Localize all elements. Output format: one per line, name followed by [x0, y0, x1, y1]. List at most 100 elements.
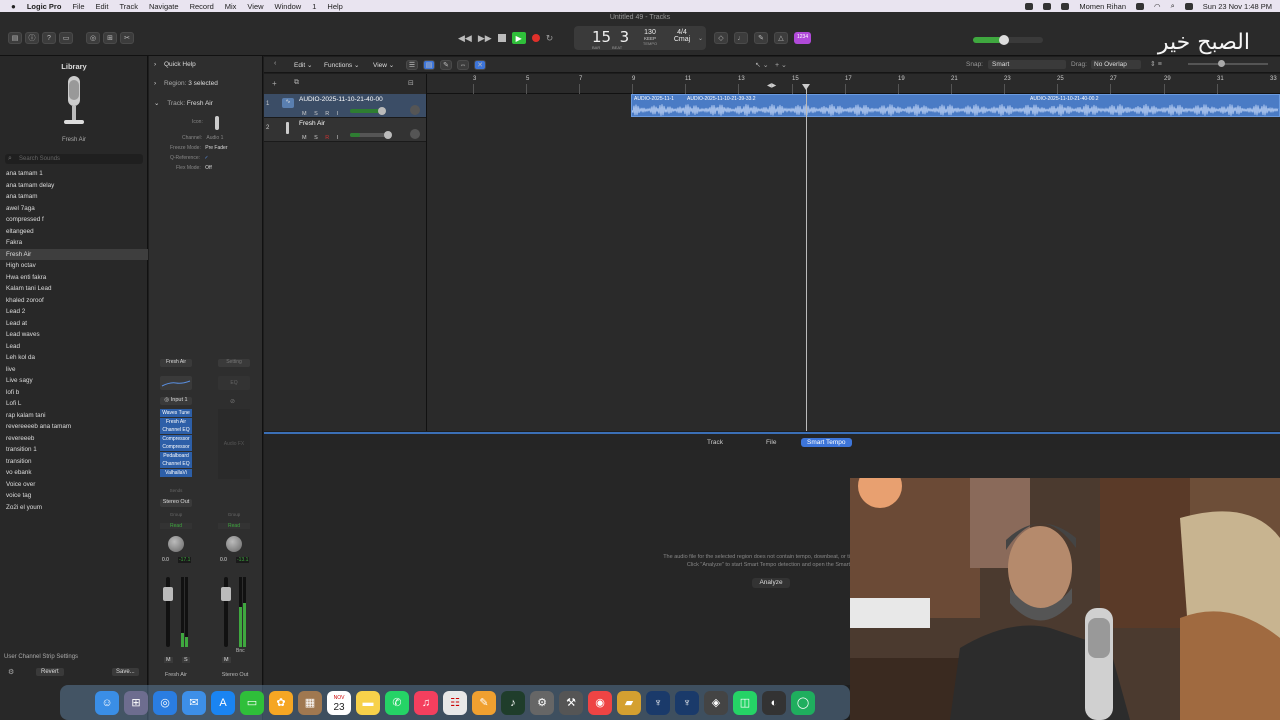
master-volume-slider[interactable]: [973, 35, 1043, 45]
battery-icon[interactable]: [1136, 2, 1145, 10]
notes-icon[interactable]: ▦: [298, 690, 322, 715]
folder-icon[interactable]: ▰: [617, 690, 641, 715]
strip1-sends[interactable]: Sends: [160, 488, 192, 493]
mute-button[interactable]: M: [302, 135, 307, 141]
audio-app-icon[interactable]: ♆: [675, 690, 699, 715]
duplicate-track-icon[interactable]: ⧉: [294, 79, 299, 87]
library-item[interactable]: Zo2i el youm: [0, 502, 148, 514]
play-button[interactable]: ▶: [511, 32, 526, 44]
strip1-automation[interactable]: Read: [160, 523, 192, 529]
library-item[interactable]: transition 1: [0, 444, 148, 456]
menu-help[interactable]: Help: [327, 2, 342, 11]
count-in-badge[interactable]: 1234: [794, 32, 812, 44]
library-item[interactable]: Fakra: [0, 237, 148, 249]
input-monitor-button[interactable]: I: [337, 111, 339, 117]
wifi-icon[interactable]: ◠: [1154, 2, 1161, 11]
status-icon[interactable]: [1043, 2, 1052, 10]
help-icon[interactable]: ?: [42, 32, 56, 44]
strip2-audio-fx[interactable]: Audio FX: [218, 409, 250, 479]
library-item[interactable]: Lofi L: [0, 398, 148, 410]
pages-icon[interactable]: ✎: [472, 690, 496, 715]
status-icon[interactable]: [1025, 2, 1034, 10]
strip1-eq-thumbnail[interactable]: [160, 376, 192, 390]
replace-icon[interactable]: ◇: [714, 32, 728, 44]
menu-record[interactable]: Record: [190, 2, 214, 11]
library-item[interactable]: ana tamam: [0, 191, 148, 203]
solo-button[interactable]: S: [314, 135, 318, 141]
plugin-slot[interactable]: Fresh Air: [160, 417, 192, 426]
track-volume-slider[interactable]: [350, 133, 386, 137]
catch-icon[interactable]: ✕: [474, 60, 486, 70]
strip2-pan-knob[interactable]: [226, 536, 242, 552]
app-icon[interactable]: ◈: [704, 690, 728, 715]
library-item[interactable]: live: [0, 364, 148, 376]
library-search-input[interactable]: Search Sounds: [5, 154, 143, 164]
menu-edit[interactable]: Edit: [96, 2, 109, 11]
smart-controls-icon[interactable]: ◎: [86, 32, 100, 44]
plugin-slot[interactable]: ValhallaVi: [160, 468, 192, 477]
analyze-button[interactable]: Analyze: [752, 578, 790, 588]
snap-select[interactable]: Smart: [988, 60, 1066, 69]
pointer-tool-icon[interactable]: ↖ ⌄: [755, 61, 769, 69]
app-icon[interactable]: ◯: [791, 690, 815, 715]
utility-icon[interactable]: ⚒: [559, 690, 583, 715]
stickies-icon[interactable]: ▬: [356, 690, 380, 715]
scroll-arrows-icon[interactable]: ◀▶: [767, 82, 776, 89]
library-item[interactable]: Kalam tani Lead: [0, 283, 148, 295]
mail-icon[interactable]: ✉: [182, 690, 206, 715]
library-item[interactable]: revereeeb: [0, 433, 148, 445]
reminders-icon[interactable]: ☷: [443, 690, 467, 715]
chevron-down-icon[interactable]: ⌄: [698, 35, 703, 42]
playhead-marker-icon[interactable]: [802, 84, 810, 90]
playhead[interactable]: [806, 84, 807, 431]
calendar-icon[interactable]: NOV 23: [327, 690, 351, 715]
flex-row[interactable]: Flex Mode: Off: [176, 165, 212, 171]
link-icon[interactable]: ⊘: [230, 398, 235, 405]
menu-track[interactable]: Track: [119, 2, 137, 11]
tracks-view-icon[interactable]: ▤: [423, 60, 435, 70]
logic-pro-icon[interactable]: ♪: [501, 690, 525, 715]
system-settings-icon[interactable]: ⚙: [530, 690, 554, 715]
chevron-left-icon[interactable]: ‹: [274, 60, 276, 67]
track-volume-knob[interactable]: [384, 131, 392, 139]
tracks-area[interactable]: [427, 94, 1280, 431]
plugin-slot[interactable]: Channel EQ: [160, 426, 192, 434]
input-monitor-button[interactable]: I: [337, 135, 339, 141]
library-item[interactable]: voice tag: [0, 490, 148, 502]
strip2-group[interactable]: Group: [218, 512, 250, 517]
gear-icon[interactable]: ⚙: [8, 668, 14, 676]
strip2-automation[interactable]: Read: [218, 523, 250, 529]
library-item[interactable]: ana tamam delay: [0, 180, 148, 192]
toolbar-icon[interactable]: ▭: [59, 32, 73, 44]
scissors-icon[interactable]: ✂: [120, 32, 134, 44]
app-icon[interactable]: ◫: [733, 690, 757, 715]
timeline-ruler[interactable]: 3 5 7 9 11 13 15 17 19 21 23 25 27 29 31…: [427, 74, 1280, 94]
app-store-icon[interactable]: A: [211, 690, 235, 715]
mute-button[interactable]: M: [302, 111, 307, 117]
edit-menu-button[interactable]: Edit ⌄: [294, 61, 312, 69]
tab-smart-tempo[interactable]: Smart Tempo: [801, 438, 852, 447]
messages-icon[interactable]: ▭: [240, 690, 264, 715]
music-icon[interactable]: ♫: [414, 690, 438, 715]
library-item[interactable]: compressed f: [0, 214, 148, 226]
tuner-icon[interactable]: ♩: [734, 32, 748, 44]
library-item[interactable]: rap kalam tani: [0, 410, 148, 422]
save-button[interactable]: Save...: [112, 668, 139, 676]
region-row[interactable]: › Region: 3 selected: [154, 80, 218, 87]
freeze-row[interactable]: Freeze Mode: Pre Fader: [170, 145, 227, 151]
menu-user[interactable]: Momen Rihan: [1079, 2, 1126, 11]
library-item[interactable]: awel 7aga: [0, 203, 148, 215]
track-header-1[interactable]: 1 ∿ AUDIO-2025-11-10-21-40-00 M S R I: [264, 94, 426, 118]
pencil-icon[interactable]: ✎: [440, 60, 452, 70]
strip2-setting-button[interactable]: Setting: [218, 359, 250, 367]
library-item[interactable]: Leh kol da: [0, 352, 148, 364]
track-volume-knob[interactable]: [378, 107, 386, 115]
strip1-output[interactable]: Stereo Out: [160, 499, 192, 507]
functions-menu-button[interactable]: Functions ⌄: [324, 61, 359, 69]
finder-icon[interactable]: ☺: [95, 690, 119, 715]
library-item[interactable]: ana tamam 1: [0, 168, 148, 180]
plugin-slot[interactable]: Pedalboard: [160, 451, 192, 460]
library-item-selected[interactable]: Fresh Air: [0, 248, 148, 260]
pan-knob[interactable]: [410, 129, 420, 139]
plugin-slot[interactable]: Compressor: [160, 434, 192, 443]
